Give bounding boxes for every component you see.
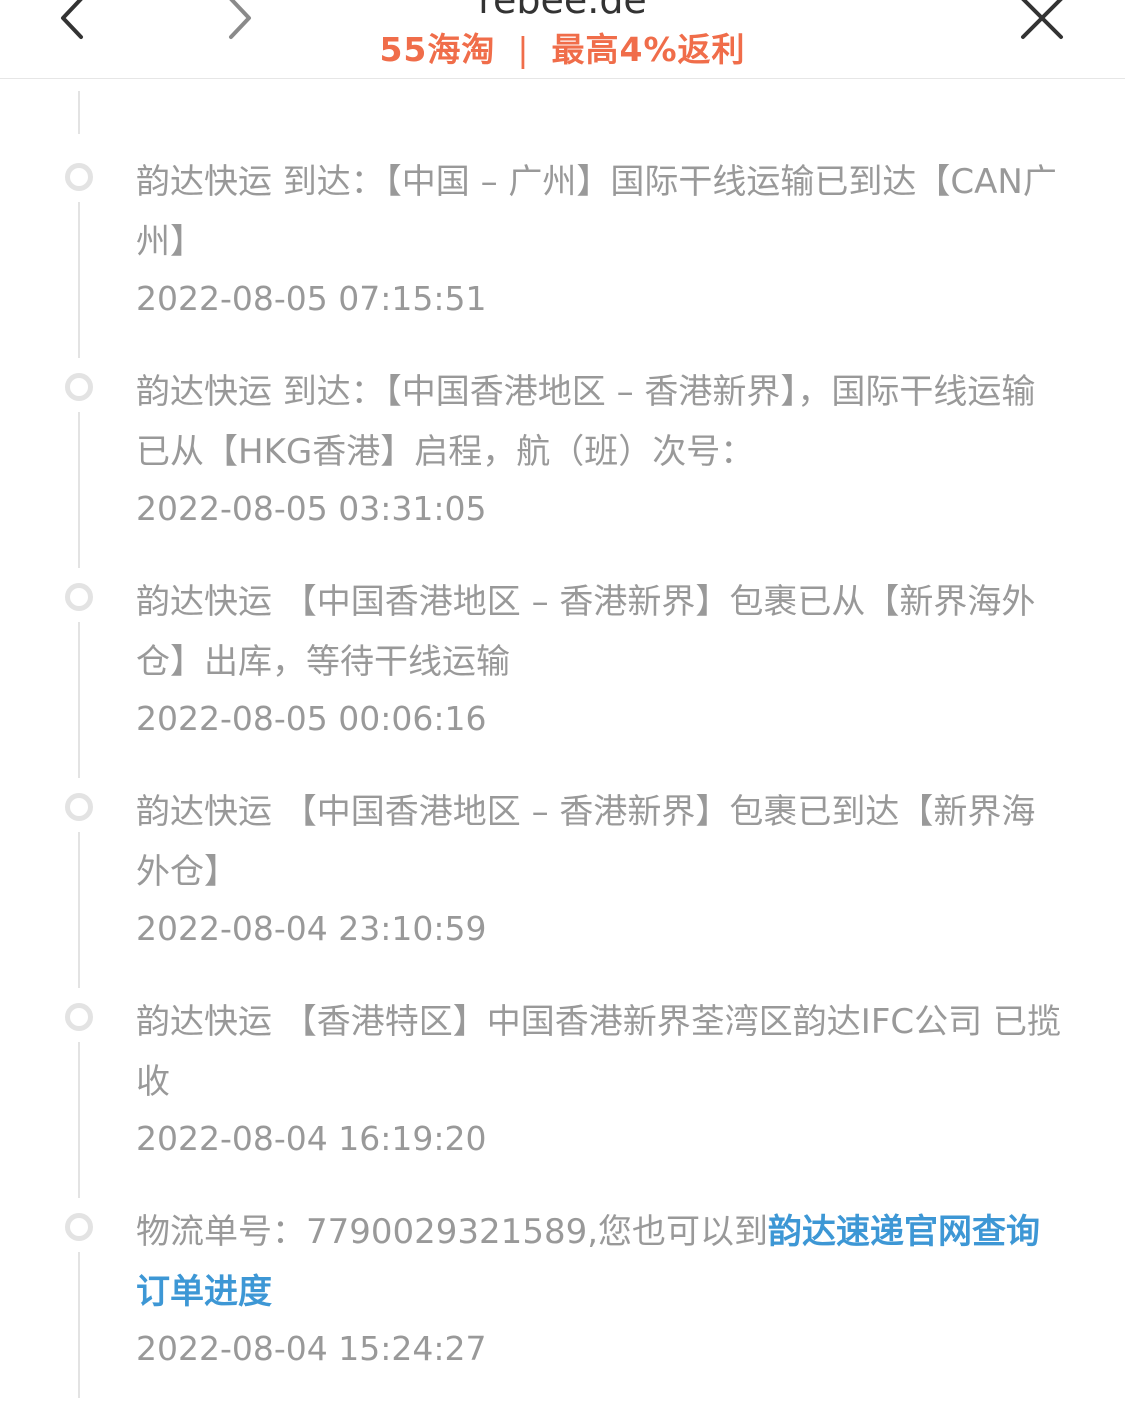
timeline-connector bbox=[78, 1042, 80, 1198]
timeline-connector bbox=[78, 1252, 80, 1398]
timeline-connector bbox=[78, 202, 80, 358]
tracking-event-time: 2022-08-04 15:24:27 bbox=[136, 1329, 487, 1368]
timeline-dot-icon bbox=[65, 1003, 93, 1031]
timeline-dot-icon bbox=[65, 373, 93, 401]
tracking-event-time: 2022-08-04 16:19:20 bbox=[136, 1119, 487, 1158]
tracking-event-text: 韵达快运 到达：【中国香港地区 – 香港新界】，国际干线运输已从【HKG香港】启… bbox=[136, 372, 1036, 472]
timeline-entry: 韵达快运 到达：【中国香港地区 – 香港新界】，国际干线运输已从【HKG香港】启… bbox=[0, 362, 1125, 572]
timeline-entry: 韵达快运 【中国香港地区 – 香港新界】包裹已从【新界海外仓】出库，等待干线运输… bbox=[0, 572, 1125, 782]
promo-banner[interactable]: 55海淘 | 最高4%返利 bbox=[0, 28, 1125, 72]
timeline-entry: 韵达快运 【中国香港地区 – 香港新界】包裹已到达【新界海外仓】 2022-08… bbox=[0, 782, 1125, 992]
page-domain-title: rebee.de bbox=[478, 0, 647, 22]
timeline-entry-content: 韵达快运 到达：【中国 – 广州】国际干线运输已到达【CAN广州】 2022-0… bbox=[136, 152, 1066, 324]
timeline-connector bbox=[78, 91, 80, 134]
timeline-dot-icon bbox=[65, 583, 93, 611]
tracking-event-time: 2022-08-04 23:10:59 bbox=[136, 909, 487, 948]
tracking-timeline: 韵达快运 到达：【中国 – 广州】国际干线运输已到达【CAN广州】 2022-0… bbox=[0, 79, 1125, 1408]
timeline-dot-icon bbox=[65, 793, 93, 821]
timeline-entry-content: 韵达快运 【中国香港地区 – 香港新界】包裹已到达【新界海外仓】 2022-08… bbox=[136, 782, 1066, 954]
timeline-entry: 韵达快运 到达：【中国 – 广州】国际干线运输已到达【CAN广州】 2022-0… bbox=[0, 152, 1125, 362]
timeline-dot-icon bbox=[65, 163, 93, 191]
tracking-event-time: 2022-08-05 03:31:05 bbox=[136, 489, 487, 528]
timeline-entry-content: 韵达快运 到达：【中国香港地区 – 香港新界】，国际干线运输已从【HKG香港】启… bbox=[136, 362, 1066, 534]
close-icon bbox=[1021, 0, 1063, 39]
tracking-number-text: 物流单号：7790029321589,您也可以到韵达速递官网查询订单进度 bbox=[136, 1202, 1066, 1322]
timeline-connector bbox=[78, 412, 80, 568]
tracking-event-text: 韵达快运 到达：【中国 – 广州】国际干线运输已到达【CAN广州】 bbox=[136, 162, 1057, 262]
tracking-event-text: 韵达快运 【中国香港地区 – 香港新界】包裹已从【新界海外仓】出库，等待干线运输 bbox=[136, 582, 1036, 682]
tracking-event-text: 韵达快运 【香港特区】中国香港新界荃湾区韵达IFC公司 已揽收 bbox=[136, 1002, 1061, 1102]
browser-header: rebee.de 55海淘 | 最高4%返利 bbox=[0, 0, 1125, 79]
tracking-number-prefix: 物流单号：7790029321589,您也可以到 bbox=[136, 1212, 769, 1252]
promo-site-name: 55海淘 bbox=[379, 30, 496, 69]
close-button[interactable] bbox=[1010, 0, 1074, 44]
tracking-event-time: 2022-08-05 07:15:51 bbox=[136, 279, 487, 318]
promo-rebate-text: 最高4%返利 bbox=[551, 30, 746, 69]
timeline-entry: 韵达快运 【香港特区】中国香港新界荃湾区韵达IFC公司 已揽收 2022-08-… bbox=[0, 992, 1125, 1202]
tracking-event-text: 韵达快运 【中国香港地区 – 香港新界】包裹已到达【新界海外仓】 bbox=[136, 792, 1036, 892]
timeline-dot-icon bbox=[65, 1213, 93, 1241]
timeline-connector bbox=[78, 832, 80, 988]
timeline-entry: 物流单号：7790029321589,您也可以到韵达速递官网查询订单进度 202… bbox=[0, 1202, 1125, 1412]
promo-separator: | bbox=[517, 30, 530, 69]
tracking-event-time: 2022-08-05 00:06:16 bbox=[136, 699, 487, 738]
timeline-entry-content: 韵达快运 【香港特区】中国香港新界荃湾区韵达IFC公司 已揽收 2022-08-… bbox=[136, 992, 1066, 1164]
timeline-entry-content: 物流单号：7790029321589,您也可以到韵达速递官网查询订单进度 202… bbox=[136, 1202, 1066, 1374]
timeline-connector bbox=[78, 622, 80, 778]
timeline-entry-content: 韵达快运 【中国香港地区 – 香港新界】包裹已从【新界海外仓】出库，等待干线运输… bbox=[136, 572, 1066, 744]
